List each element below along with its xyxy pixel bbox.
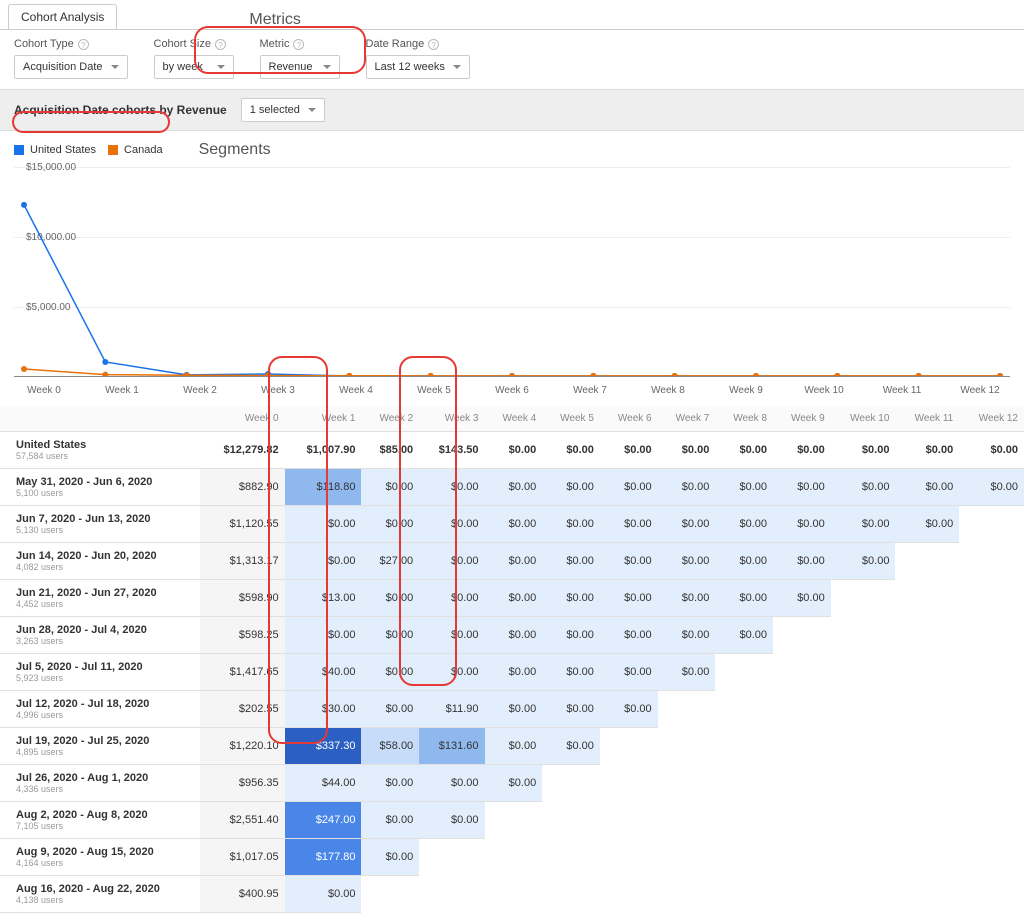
table-row: Jun 21, 2020 - Jun 27, 20204,452 users$5…	[0, 580, 1024, 617]
chevron-down-icon	[217, 65, 225, 69]
table-row: Jun 7, 2020 - Jun 13, 20205,130 users$1,…	[0, 506, 1024, 543]
chevron-down-icon	[308, 108, 316, 112]
legend-item[interactable]: Canada	[108, 144, 163, 156]
filter-bar: Cohort Type? Acquisition Date Cohort Siz…	[0, 30, 1024, 89]
table-header: Week 0	[200, 406, 285, 432]
table-header: Week 5	[542, 406, 600, 432]
legend-item[interactable]: United States	[14, 144, 96, 156]
annotation-segments: Segments	[199, 141, 271, 159]
chevron-down-icon	[323, 65, 331, 69]
table-row: Aug 16, 2020 - Aug 22, 20204,138 users$4…	[0, 876, 1024, 913]
cohort-chart: $15,000.00$10,000.00$5,000.00	[14, 167, 1010, 377]
chevron-down-icon	[453, 65, 461, 69]
table-row: Jun 14, 2020 - Jun 20, 20204,082 users$1…	[0, 543, 1024, 580]
table-row: Jul 12, 2020 - Jul 18, 20204,996 users$2…	[0, 691, 1024, 728]
filter-metric: Metric? Revenue	[260, 38, 340, 79]
help-icon[interactable]: ?	[215, 39, 226, 50]
chevron-down-icon	[111, 65, 119, 69]
table-header: Week 4	[485, 406, 543, 432]
table-header: Week 10	[831, 406, 896, 432]
help-icon[interactable]: ?	[78, 39, 89, 50]
tab-cohort-analysis[interactable]: Cohort Analysis	[8, 4, 117, 29]
table-header: Week 12	[959, 406, 1024, 432]
table-header: Week 9	[773, 406, 831, 432]
table-header: Week 1	[285, 406, 362, 432]
sub-bar: Acquisition Date cohorts by Revenue 1 se…	[0, 89, 1024, 131]
help-icon[interactable]: ?	[293, 39, 304, 50]
chart-x-axis: Week 0Week 1Week 2Week 3Week 4Week 5Week…	[14, 385, 1010, 396]
table-header: Week 8	[715, 406, 773, 432]
table-header: Week 3	[419, 406, 484, 432]
subbar-title: Acquisition Date cohorts by Revenue	[14, 103, 227, 117]
help-icon[interactable]: ?	[428, 39, 439, 50]
dropdown-cohort-size[interactable]: by week	[154, 55, 234, 79]
table-row: Aug 9, 2020 - Aug 15, 20204,164 users$1,…	[0, 839, 1024, 876]
cohort-table: Week 0Week 1Week 2Week 3Week 4Week 5Week…	[0, 406, 1024, 913]
annotation-metrics: Metrics	[249, 11, 301, 29]
table-row: May 31, 2020 - Jun 6, 20205,100 users$88…	[0, 469, 1024, 506]
table-row: Jul 26, 2020 - Aug 1, 20204,336 users$95…	[0, 765, 1024, 802]
table-header	[0, 406, 200, 432]
dropdown-metric[interactable]: Revenue	[260, 55, 340, 79]
table-row: Jun 28, 2020 - Jul 4, 20203,263 users$59…	[0, 617, 1024, 654]
table-total-row: United States57,584 users$12,279.82$1,00…	[0, 432, 1024, 469]
table-header: Week 7	[658, 406, 716, 432]
filter-cohort-type: Cohort Type? Acquisition Date	[14, 38, 128, 79]
table-header: Week 2	[361, 406, 419, 432]
dropdown-cohort-type[interactable]: Acquisition Date	[14, 55, 128, 79]
table-row: Jul 19, 2020 - Jul 25, 20204,895 users$1…	[0, 728, 1024, 765]
legend: United States Canada Segments	[0, 131, 1024, 163]
filter-cohort-size: Cohort Size? by week	[154, 38, 234, 79]
dropdown-date-range[interactable]: Last 12 weeks	[366, 55, 470, 79]
dropdown-selected-count[interactable]: 1 selected	[241, 98, 325, 122]
table-row: Aug 2, 2020 - Aug 8, 20207,105 users$2,5…	[0, 802, 1024, 839]
table-row: Jul 5, 2020 - Jul 11, 20205,923 users$1,…	[0, 654, 1024, 691]
table-header: Week 11	[895, 406, 959, 432]
filter-date-range: Date Range? Last 12 weeks	[366, 38, 470, 79]
table-header: Week 6	[600, 406, 658, 432]
tab-bar: Cohort Analysis Metrics	[0, 0, 1024, 30]
